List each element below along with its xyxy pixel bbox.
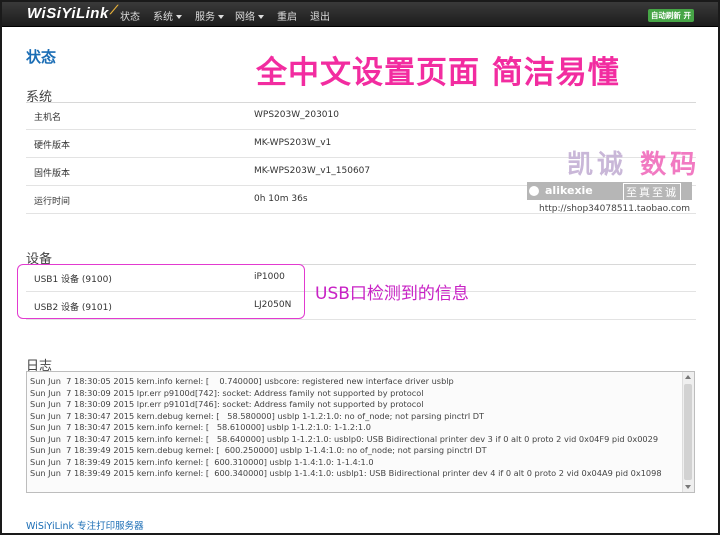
log-line: Sun Jun 7 18:39:49 2015 kern.debug kerne… <box>30 445 487 455</box>
nav-status[interactable]: 状态 <box>120 8 140 23</box>
usb-highlight-box <box>17 264 305 319</box>
chevron-down-icon <box>218 15 224 19</box>
top-navbar: WiSiYiLink⟋ 状态 系统 服务 网络 重启 退出 自动刷新 开 <box>2 2 718 27</box>
scroll-up-icon[interactable] <box>685 375 691 379</box>
brand-logo[interactable]: WiSiYiLink⟋ <box>27 3 119 22</box>
log-line: Sun Jun 7 18:30:09 2015 lpr.err p9101d[7… <box>30 399 424 409</box>
log-line: Sun Jun 7 18:30:47 2015 kern.info kernel… <box>30 433 659 444</box>
watermark-brand: 凯诚 数码 <box>567 150 701 180</box>
usb-annotation: USB口检测到的信息 <box>315 284 469 304</box>
footer-link[interactable]: WiSiYiLink 专注打印服务器 <box>26 518 144 532</box>
nav-logout[interactable]: 退出 <box>310 8 330 23</box>
log-scrollbar[interactable] <box>682 372 694 492</box>
row-key: 运行时间 <box>34 197 71 207</box>
log-lines: Sun Jun 7 18:30:05 2015 kern.info kernel… <box>30 376 680 480</box>
chevron-down-icon <box>176 15 182 19</box>
watermark-dot-icon <box>529 186 539 196</box>
log-line: Sun Jun 7 18:30:05 2015 kern.info kernel… <box>30 376 454 386</box>
watermark-bar: alikexie 至真至诚 <box>527 182 692 201</box>
row-value: WPS203W_203010 <box>254 110 339 120</box>
promo-banner: 全中文设置页面 简洁易懂 <box>256 55 620 91</box>
chevron-down-icon <box>258 15 264 19</box>
nav-services[interactable]: 服务 <box>195 8 224 23</box>
log-line: Sun Jun 7 18:30:47 2015 kern.debug kerne… <box>30 410 485 421</box>
nav-network[interactable]: 网络 <box>235 8 264 23</box>
row-key: 固件版本 <box>34 169 71 179</box>
watermark-url: http://shop34078511.taobao.com <box>539 204 691 214</box>
log-line: Sun Jun 7 18:30:47 2015 kern.info kernel… <box>30 422 371 432</box>
row-value: MK-WPS203W_v1 <box>254 138 332 148</box>
log-textarea[interactable]: Sun Jun 7 18:30:05 2015 kern.info kernel… <box>26 371 695 493</box>
page-title: 状态 <box>26 48 57 66</box>
row-value: 0h 10m 36s <box>254 194 308 204</box>
scroll-thumb[interactable] <box>684 384 692 480</box>
shop-watermark: 凯诚 数码 alikexie 至真至诚 http://shop34078511.… <box>527 140 697 224</box>
row-key: 硬件版本 <box>34 141 71 151</box>
log-line: Sun Jun 7 18:39:49 2015 kern.info kernel… <box>30 468 662 478</box>
system-row-hostname: 主机名 WPS203W_203010 <box>26 102 696 130</box>
auto-refresh-badge[interactable]: 自动刷新 开 <box>647 9 694 22</box>
scroll-down-icon[interactable] <box>685 485 691 489</box>
row-value: MK-WPS203W_v1_150607 <box>254 166 371 176</box>
row-key: 主机名 <box>34 113 62 123</box>
nav-reboot[interactable]: 重启 <box>277 8 297 23</box>
nav-system[interactable]: 系统 <box>153 8 182 23</box>
log-line: Sun Jun 7 18:39:49 2015 kern.info kernel… <box>30 456 374 467</box>
log-line: Sun Jun 7 18:30:09 2015 lpr.err p9100d[7… <box>30 387 424 398</box>
logo-swoosh-icon: ⟋ <box>109 3 119 17</box>
